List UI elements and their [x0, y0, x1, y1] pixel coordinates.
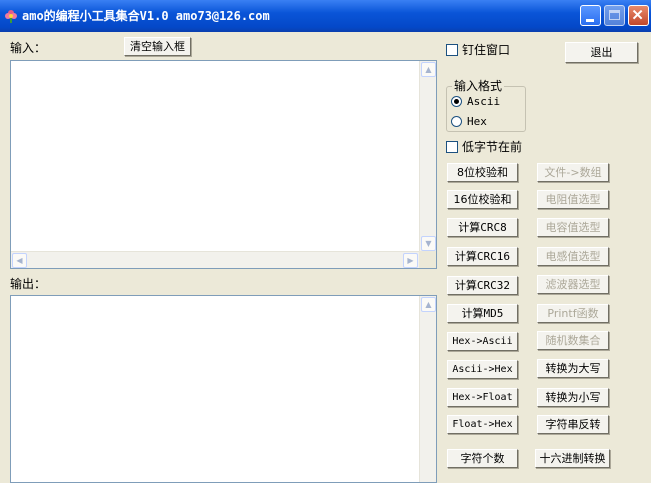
- crc8-button[interactable]: 计算CRC8: [447, 218, 518, 237]
- crc16-button[interactable]: 计算CRC16: [447, 247, 518, 266]
- output-textarea[interactable]: ▲: [10, 295, 437, 483]
- scroll-down-arrow-icon[interactable]: ▼: [421, 236, 436, 251]
- clear-input-button[interactable]: 清空输入框: [124, 37, 191, 56]
- to-lowercase-button[interactable]: 转换为小写: [537, 388, 609, 407]
- capacitor-select-button[interactable]: 电容值选型: [537, 218, 609, 237]
- pin-window-label: 钉住窗口: [462, 43, 511, 57]
- scroll-up-arrow-icon[interactable]: ▲: [421, 62, 436, 77]
- char-count-button[interactable]: 字符个数: [447, 449, 518, 468]
- pin-window-checkbox[interactable]: [446, 44, 458, 56]
- input-textarea[interactable]: ▲ ▼ ◀ ▶: [10, 60, 437, 269]
- reverse-string-button[interactable]: 字符串反转: [537, 415, 609, 434]
- input-vertical-scrollbar[interactable]: ▲ ▼: [419, 61, 436, 252]
- scroll-corner: [419, 251, 436, 268]
- hex-radio-label: Hex: [467, 115, 487, 128]
- scroll-left-arrow-icon[interactable]: ◀: [12, 253, 27, 268]
- hex-to-ascii-button[interactable]: Hex->Ascii: [447, 332, 518, 351]
- low-byte-first-checkbox[interactable]: [446, 141, 458, 153]
- input-label: 输入：: [10, 41, 47, 55]
- hex-convert-button[interactable]: 十六进制转换: [535, 449, 610, 468]
- resistor-select-button[interactable]: 电阻值选型: [537, 190, 609, 209]
- ascii-radio[interactable]: [451, 96, 462, 107]
- checksum16-button[interactable]: 16位校验和: [447, 190, 518, 209]
- scroll-up-arrow-icon[interactable]: ▲: [421, 297, 436, 312]
- close-icon: [632, 9, 643, 20]
- random-set-button[interactable]: 随机数集合: [537, 331, 609, 350]
- scroll-right-arrow-icon[interactable]: ▶: [403, 253, 418, 268]
- window-title: amo的编程小工具集合V1.0 amo73@126.com: [22, 9, 270, 23]
- exit-button[interactable]: 退出: [565, 42, 638, 63]
- output-vertical-scrollbar[interactable]: ▲: [419, 296, 436, 482]
- crc32-button[interactable]: 计算CRC32: [447, 276, 518, 295]
- app-flower-icon: [5, 10, 17, 23]
- float-to-hex-button[interactable]: Float->Hex: [447, 415, 518, 434]
- hex-to-float-button[interactable]: Hex->Float: [447, 388, 518, 407]
- input-format-title: 输入格式: [452, 78, 505, 94]
- output-label: 输出：: [10, 277, 47, 291]
- filter-select-button[interactable]: 滤波器选型: [537, 275, 609, 294]
- checksum8-button[interactable]: 8位校验和: [447, 163, 518, 182]
- minimize-button[interactable]: [580, 5, 601, 26]
- hex-radio[interactable]: [451, 116, 462, 127]
- close-button[interactable]: [628, 5, 649, 26]
- maximize-button[interactable]: [604, 5, 625, 26]
- input-horizontal-scrollbar[interactable]: ◀ ▶: [11, 251, 419, 268]
- inductor-select-button[interactable]: 电感值选型: [537, 247, 609, 266]
- low-byte-first-label: 低字节在前: [462, 140, 523, 154]
- file-to-array-button[interactable]: 文件->数组: [537, 163, 609, 182]
- to-uppercase-button[interactable]: 转换为大写: [537, 359, 609, 378]
- md5-button[interactable]: 计算MD5: [447, 304, 518, 323]
- printf-function-button[interactable]: Printf函数: [537, 304, 609, 323]
- ascii-to-hex-button[interactable]: Ascii->Hex: [447, 360, 518, 379]
- ascii-radio-label: Ascii: [467, 95, 501, 108]
